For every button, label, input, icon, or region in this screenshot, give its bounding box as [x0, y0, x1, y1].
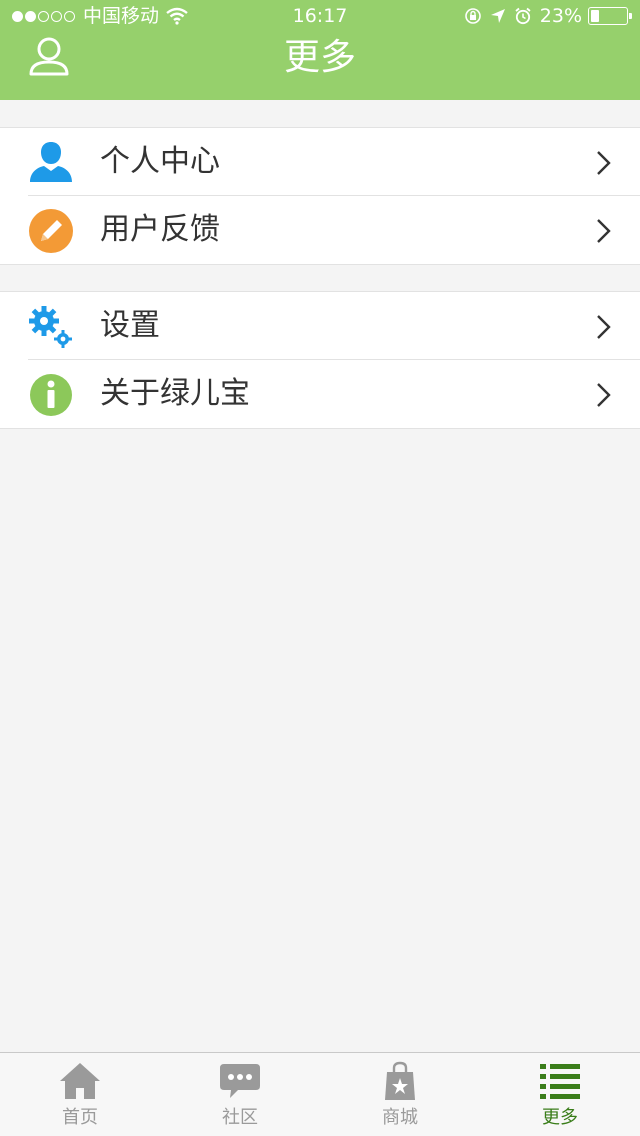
rotation-lock-icon [464, 8, 481, 24]
status-right: 23% [464, 0, 632, 32]
menu-item-about[interactable]: 关于绿儿宝 [0, 359, 640, 428]
battery-icon [588, 7, 632, 25]
battery-level [591, 10, 599, 22]
info-icon [30, 374, 72, 416]
feedback-pencil-icon [29, 209, 73, 253]
menu-item-settings[interactable]: 设置 [0, 292, 640, 360]
menu-group-account: 个人中心 用户反馈 [0, 127, 640, 265]
chevron-right-icon [597, 383, 611, 407]
page-title: 更多 [283, 37, 356, 78]
chat-bubble-icon [220, 1064, 260, 1098]
tab-label: 社区 [222, 1107, 258, 1128]
status-bar: 中国移动 16:17 23% [0, 0, 640, 32]
tab-more[interactable]: 更多 [480, 1053, 640, 1136]
chevron-right-icon [597, 219, 611, 243]
tab-label: 商城 [382, 1107, 418, 1128]
tab-bar: 首页 社区 商城 更多 [0, 1052, 640, 1136]
menu-item-feedback[interactable]: 用户反馈 [0, 195, 640, 264]
alarm-clock-icon [515, 7, 531, 25]
menu-group-app: 设置 关于绿儿宝 [0, 291, 640, 429]
list-icon [540, 1064, 580, 1099]
chevron-right-icon [597, 315, 611, 339]
chevron-right-icon [597, 151, 611, 175]
menu-item-label: 关于绿儿宝 [100, 376, 250, 411]
header: 中国移动 16:17 23% 更多 [0, 0, 640, 100]
menu-item-label: 用户反馈 [100, 212, 220, 247]
person-icon [30, 142, 72, 182]
gears-icon [29, 306, 72, 348]
tab-shop[interactable]: 商城 [320, 1053, 480, 1136]
location-arrow-icon [490, 9, 505, 23]
tab-label: 首页 [62, 1107, 98, 1128]
home-icon [60, 1063, 100, 1099]
tab-community[interactable]: 社区 [160, 1053, 320, 1136]
shopping-bag-icon [385, 1061, 415, 1100]
menu-item-personal-center[interactable]: 个人中心 [0, 128, 640, 196]
tab-home[interactable]: 首页 [0, 1053, 160, 1136]
menu-item-label: 设置 [100, 308, 160, 343]
tab-label: 更多 [542, 1107, 578, 1128]
nav-bar: 更多 [0, 32, 640, 100]
battery-percent: 23% [539, 5, 582, 27]
menu-item-label: 个人中心 [100, 144, 220, 179]
